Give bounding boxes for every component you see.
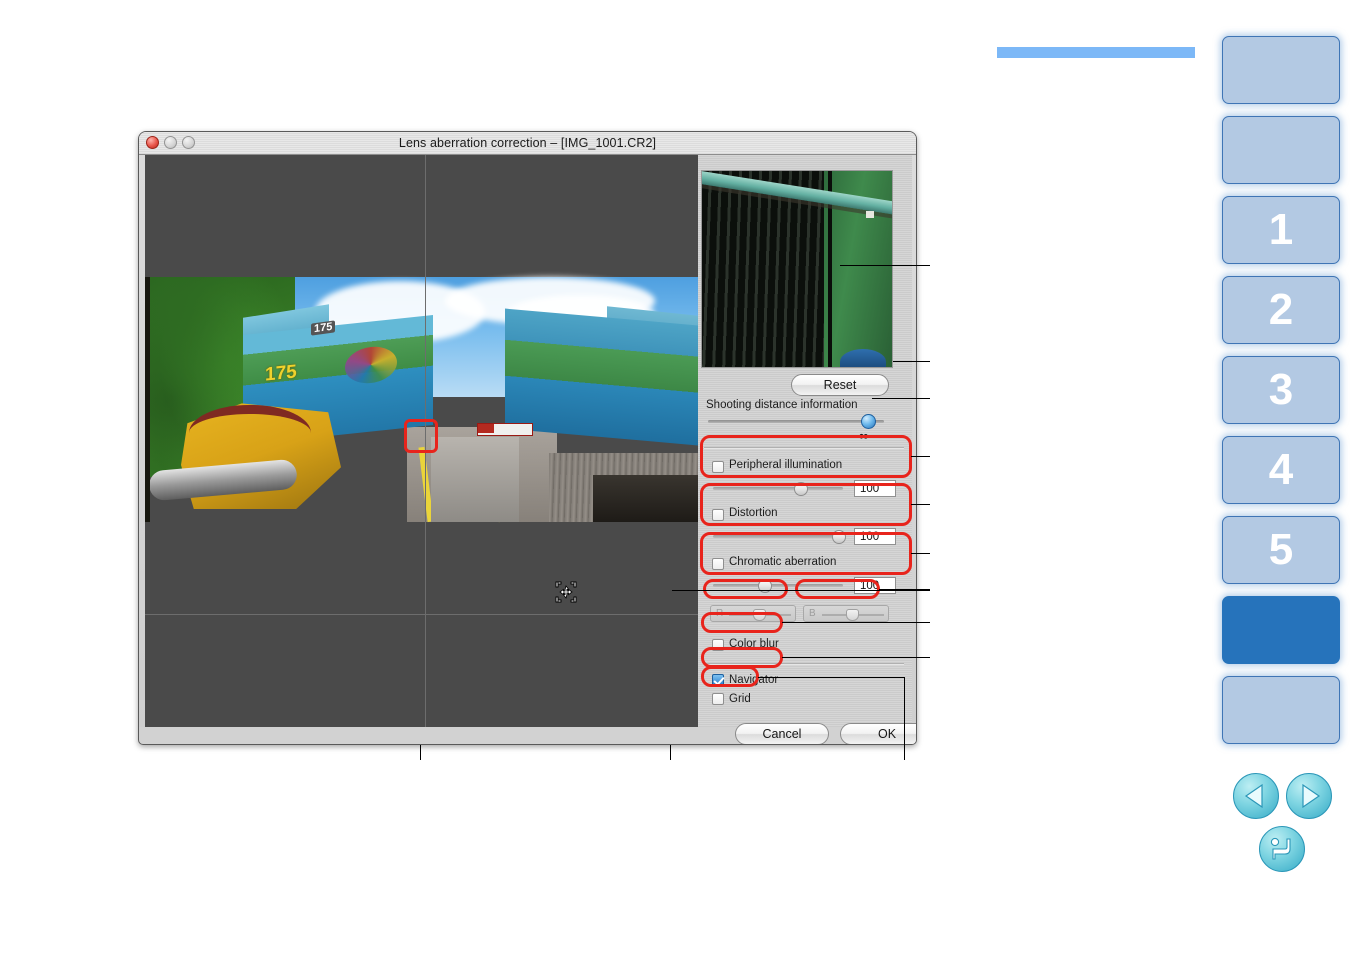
checkbox-distortion[interactable] (712, 509, 724, 521)
slider-knob-peripheral-illumination[interactable] (794, 482, 808, 496)
value-peripheral-illumination[interactable]: 100 (854, 480, 896, 497)
correction-panel: Reset Shooting distance information ∞ Pe… (698, 155, 912, 727)
window-traffic-lights (146, 136, 195, 149)
window-title: Lens aberration correction – [IMG_1001.C… (398, 136, 657, 150)
leader-line-chromatic-aberration (911, 553, 930, 554)
window-body: 175 175 Reset Shooting distance informat… (139, 155, 916, 744)
side-tab-contents[interactable] (1222, 116, 1340, 184)
label-color-blur: Color blur (729, 638, 779, 650)
side-tab-label: 1 (1268, 205, 1294, 254)
section-accent-bar (997, 47, 1195, 58)
viewport-split-horizontal (145, 614, 698, 615)
side-tab-cover[interactable] (1222, 36, 1340, 104)
return-arrow-icon (1270, 837, 1291, 860)
window-titlebar[interactable]: Lens aberration correction – [IMG_1001.C… (139, 132, 916, 155)
checkbox-peripheral-illumination[interactable] (712, 461, 724, 473)
manual-nav-buttons (1233, 773, 1341, 873)
slider-r[interactable]: R (710, 605, 796, 622)
photo-sign-block (478, 424, 494, 433)
label-navigator: Navigator (729, 674, 779, 686)
leader-line-peripheral-illumination (911, 456, 930, 457)
checkbox-chromatic-aberration[interactable] (712, 558, 724, 570)
label-grid: Grid (729, 693, 751, 705)
slider-b-label: B (809, 608, 816, 619)
annotation-ring-cursor (404, 419, 438, 453)
checkbox-navigator[interactable] (712, 674, 724, 686)
slider-r-label: R (716, 608, 724, 619)
page-root: 1 2 3 4 5 Lens aberration correction – [… (0, 0, 1350, 954)
move-cursor-icon (554, 580, 578, 604)
manual-side-tabs: 1 2 3 4 5 (1222, 36, 1340, 756)
reset-button[interactable]: Reset (791, 374, 889, 396)
navigator-blue-object (840, 349, 886, 367)
next-page-button[interactable] (1286, 773, 1332, 819)
side-tab-reference[interactable] (1222, 596, 1340, 664)
slider-r-knob[interactable] (753, 609, 766, 621)
panel-divider (704, 663, 904, 665)
photo-platform (431, 437, 519, 522)
side-tab-label: 3 (1268, 365, 1294, 414)
checkbox-color-blur[interactable] (712, 639, 724, 651)
label-peripheral-illumination: Peripheral illumination (729, 459, 843, 471)
slider-b-knob[interactable] (846, 609, 859, 621)
shooting-distance-slider-knob[interactable] (861, 414, 876, 429)
ok-button[interactable]: OK (840, 723, 916, 744)
leader-line-grid-vertical (904, 677, 905, 760)
side-tab-3[interactable]: 3 (1222, 356, 1340, 424)
panel-divider (704, 447, 904, 449)
slider-knob-distortion[interactable] (832, 530, 846, 544)
locomotive-photo: 175 175 (145, 277, 698, 523)
minimize-button[interactable] (164, 136, 177, 149)
shooting-distance-value: ∞ (859, 428, 869, 443)
leader-line-distortion (911, 504, 930, 505)
leader-line-bottom-left (420, 745, 421, 760)
shooting-distance-label: Shooting distance information (706, 399, 858, 411)
value-distortion[interactable]: 100 (854, 528, 896, 545)
leader-line-shooting-distance (872, 398, 930, 399)
photo-loco-right (505, 308, 698, 446)
side-tab-4[interactable]: 4 (1222, 436, 1340, 504)
triangle-right-icon (1302, 783, 1321, 809)
navigator-preview[interactable] (701, 170, 893, 368)
leader-line-color-blur (782, 622, 930, 623)
prev-page-button[interactable] (1233, 773, 1279, 819)
side-tab-label: 5 (1268, 525, 1294, 574)
leader-line-grid (758, 677, 905, 678)
leader-line-image-viewport (672, 590, 930, 591)
label-distortion: Distortion (729, 507, 778, 519)
side-tab-5[interactable]: 5 (1222, 516, 1340, 584)
label-chromatic-aberration: Chromatic aberration (729, 556, 837, 568)
photo-loco-number: 175 (265, 361, 297, 386)
value-chromatic-aberration[interactable]: 100 (854, 577, 896, 594)
zoom-button[interactable] (182, 136, 195, 149)
leader-line-bottom-middle (670, 745, 671, 760)
close-button[interactable] (146, 136, 159, 149)
slider-track-chromatic-aberration[interactable] (713, 584, 843, 587)
cancel-button[interactable]: Cancel (735, 723, 829, 744)
shooting-distance-slider-track[interactable] (708, 420, 884, 423)
leader-line-reset (893, 361, 930, 362)
slider-b[interactable]: B (803, 605, 889, 622)
side-tab-label: 2 (1268, 285, 1294, 334)
triangle-left-icon (1244, 783, 1263, 809)
photo-left-edge (145, 277, 150, 522)
lens-aberration-window: Lens aberration correction – [IMG_1001.C… (138, 131, 917, 745)
photo-sign (477, 423, 533, 436)
photo-loco-right-shadow (593, 475, 698, 522)
side-tab-2[interactable]: 2 (1222, 276, 1340, 344)
leader-line-navigator-preview (840, 265, 930, 266)
leader-line-navigator-checkbox (782, 657, 930, 658)
slider-track-distortion[interactable] (713, 535, 843, 538)
back-button[interactable] (1259, 826, 1305, 872)
side-tab-1[interactable]: 1 (1222, 196, 1340, 264)
slider-track-peripheral-illumination[interactable] (713, 487, 843, 490)
navigator-knob (866, 211, 874, 218)
side-tab-label: 4 (1268, 445, 1294, 494)
checkbox-grid[interactable] (712, 693, 724, 705)
side-tab-index[interactable] (1222, 676, 1340, 744)
